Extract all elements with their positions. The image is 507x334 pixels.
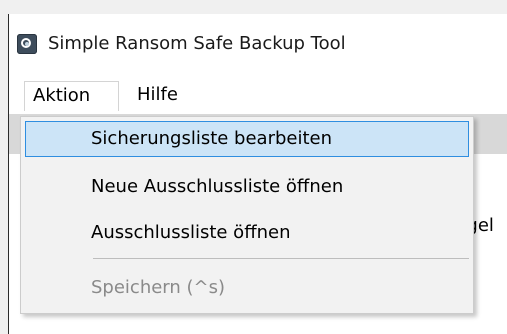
menu-hilfe[interactable]: Hilfe [129, 81, 186, 111]
menu-aktion[interactable]: Aktion [24, 81, 119, 111]
menu-item-speichern: Speichern (^s) [91, 277, 226, 298]
title-bar[interactable]: Simple Ransom Safe Backup Tool [9, 14, 507, 74]
menu-item-neue-ausschlussliste-oeffnen[interactable]: Neue Ausschlussliste öffnen [25, 169, 469, 205]
menu-bar: Aktion Hilfe [9, 74, 507, 114]
menu-item-sicherungsliste-bearbeiten[interactable]: Sicherungsliste bearbeiten [25, 121, 469, 157]
app-icon-core [25, 42, 29, 46]
menu-separator [93, 258, 469, 259]
aktion-dropdown-menu: Sicherungsliste bearbeiten Neue Ausschlu… [20, 116, 474, 314]
app-icon [17, 34, 37, 54]
menu-item-ausschlussliste-oeffnen[interactable]: Ausschlussliste öffnen [25, 215, 469, 251]
window-title: Simple Ransom Safe Backup Tool [48, 33, 346, 54]
